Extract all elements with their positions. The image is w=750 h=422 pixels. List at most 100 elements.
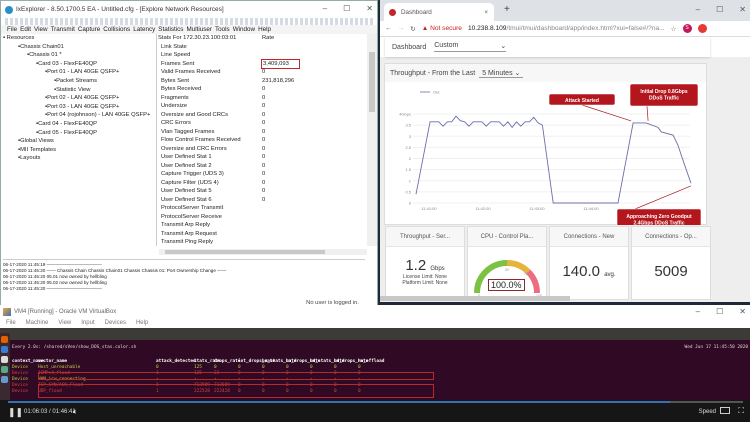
menu-multiuser[interactable]: Multiuser <box>186 26 212 33</box>
extension-icon[interactable] <box>697 24 707 33</box>
tree-node[interactable]: ▪Chassis 01 * <box>3 51 155 60</box>
tree-node[interactable]: ▪Card 05 - FlexFE40QP <box>3 129 155 138</box>
menu-edit[interactable]: Edit <box>20 26 31 33</box>
tab-dashboard[interactable]: Dashboard × <box>384 3 494 21</box>
minimize-button[interactable]: – <box>696 5 700 14</box>
legend-label[interactable]: Out <box>433 90 440 95</box>
tree-node-label: Statistic View <box>56 86 91 93</box>
watch-command: Every 2.0s: /shared/sVen/show_DOS_stas.c… <box>12 345 137 350</box>
stat-card[interactable]: Connections - New 140.0 avg. <box>549 226 629 300</box>
menu-help[interactable]: Help <box>258 26 271 33</box>
files-icon[interactable] <box>1 346 8 353</box>
tree-node[interactable]: ▪ Resources <box>3 34 155 43</box>
tree-node[interactable]: ▪Packet Streams <box>3 77 155 86</box>
close-button[interactable]: ✕ <box>739 5 746 14</box>
menu-statistics[interactable]: Statistics <box>158 26 183 33</box>
close-tab-icon[interactable]: × <box>484 9 488 16</box>
pause-icon[interactable]: ❚❚ <box>8 407 23 418</box>
tree-node[interactable]: ▪Port 04 (rojohnson) - LAN 40GE QSFP+ <box>3 111 155 120</box>
tree-node[interactable]: ▪Statistic View <box>3 86 155 95</box>
menu-window[interactable]: Window <box>233 26 255 33</box>
vm-menu-machine[interactable]: Machine <box>26 320 49 326</box>
menu-view[interactable]: View <box>34 26 48 33</box>
y-tick-label: 3 <box>409 134 412 139</box>
data-point <box>490 121 491 123</box>
tree-node[interactable]: ▪Port 01 - LAN 40GE QSFP+ <box>3 68 155 77</box>
stat-name: Flow Control Frames Received <box>161 137 241 143</box>
menu-transmit[interactable]: Transmit <box>51 26 75 33</box>
app-icon[interactable] <box>1 366 8 373</box>
maximize-button[interactable]: ☐ <box>343 4 350 13</box>
terminal[interactable]: Every 2.0s: /shared/sVen/show_DOS_stas.c… <box>10 340 750 400</box>
data-point <box>524 121 526 123</box>
page-scrollbar[interactable] <box>742 57 750 302</box>
office-icon[interactable] <box>1 356 8 363</box>
close-button[interactable]: ✕ <box>366 4 373 13</box>
menu-tools[interactable]: Tools <box>215 26 230 33</box>
bookmark-star-icon[interactable]: ☆ <box>671 25 677 33</box>
vm-menu-file[interactable]: File <box>6 320 16 326</box>
stat-card[interactable]: Connections - Op... 5009 <box>631 226 711 300</box>
menu-capture[interactable]: Capture <box>78 26 100 33</box>
data-point <box>464 121 465 123</box>
stat-card[interactable]: Throughput - Ser... 1.2 Gbps License Limit… <box>385 226 465 300</box>
new-tab-button[interactable]: + <box>504 4 510 15</box>
stat-card[interactable]: CPU - Control Pla...05075100100.0% <box>467 226 547 300</box>
data-point <box>472 121 474 123</box>
firefox-icon[interactable] <box>1 336 8 343</box>
vm-menu-input[interactable]: Input <box>81 320 94 326</box>
card-value-number: 140.0 <box>562 263 601 280</box>
tree-node[interactable]: ▪Card 04 - FlexFE40QP <box>3 120 155 129</box>
maximize-button[interactable]: ☐ <box>716 307 723 316</box>
tree-node[interactable]: ▪Global Views <box>3 137 155 146</box>
vm-menu-devices[interactable]: Devices <box>105 320 126 326</box>
stat-name: Capture Filter (UDS 4) <box>161 179 219 186</box>
data-point <box>520 125 522 127</box>
resource-tree: ▪ Resources ▪Chassis Chain01 ▪Chassis 01 *… <box>3 34 155 246</box>
forward-icon[interactable]: → <box>398 25 405 32</box>
not-secure-warning[interactable]: ▲ Not secure <box>422 25 462 32</box>
minimize-button[interactable]: – <box>323 4 327 13</box>
card-title: Throughput - Ser... <box>386 227 464 247</box>
menu-collisions[interactable]: Collisions <box>103 26 130 33</box>
tree-node[interactable]: ▪Port 03 - LAN 40GE QSFP+ <box>3 103 155 112</box>
back-icon[interactable]: ← <box>385 25 392 32</box>
url-field[interactable]: 10.238.8.109/tmui/tmui/dashboard/app/ind… <box>468 25 665 32</box>
tree-node[interactable]: ▪Port 02 - LAN 40GE QSFP+ <box>3 94 155 103</box>
card-value: 1.2 Gbps <box>386 257 464 274</box>
maximize-button[interactable]: ☐ <box>716 5 723 14</box>
tree-node[interactable]: ▪Card 03 - FlexFE40QP <box>3 60 155 69</box>
reload-icon[interactable]: ↻ <box>410 25 416 33</box>
data-point <box>660 131 662 133</box>
tree-node-label: Port 03 - LAN 40GE QSFP+ <box>47 103 120 110</box>
toolbar[interactable] <box>5 18 373 25</box>
vm-menu-view[interactable]: View <box>58 320 71 326</box>
dashboard-select[interactable]: Custom ⌄ <box>434 42 507 52</box>
video-progress-bar[interactable] <box>8 401 743 403</box>
stats-horizontal-scrollbar[interactable] <box>159 249 367 255</box>
close-button[interactable]: ✕ <box>739 307 746 316</box>
captions-icon[interactable] <box>720 407 730 414</box>
stat-value: 0 <box>262 111 266 118</box>
tree-node[interactable]: ▪Chassis Chain01 <box>3 43 155 52</box>
doc-icon[interactable] <box>1 376 8 383</box>
minimize-button[interactable]: – <box>696 307 700 316</box>
volume-icon[interactable]: 🔈︎ <box>73 407 78 417</box>
stat-name: Undersize <box>161 103 188 109</box>
data-point <box>451 121 452 123</box>
stats-vertical-scrollbar[interactable] <box>367 34 377 246</box>
address-bar[interactable]: ← → ↻ ▲ Not secure 10.238.8.109/tmui/tmui/… <box>380 21 750 37</box>
vm-menu-help[interactable]: Help <box>136 320 148 326</box>
stats-row: Bytes Received 0 <box>157 85 366 94</box>
menu-latency[interactable]: Latency <box>133 26 155 33</box>
range-select[interactable]: 5 Minutes ⌄ <box>479 69 524 78</box>
data-point <box>632 122 634 124</box>
profile-avatar[interactable]: S <box>682 24 692 33</box>
tree-node[interactable]: ▪Layouts <box>3 154 155 163</box>
fullscreen-icon[interactable]: ⛶ <box>738 406 744 416</box>
horizontal-scrollbar[interactable] <box>380 296 570 301</box>
tree-node[interactable]: ▪MII Templates <box>3 146 155 155</box>
speed-button[interactable]: Speed <box>699 409 716 415</box>
menu-file[interactable]: File <box>7 26 17 33</box>
stats-row: ProtocolServer Receive <box>157 213 366 222</box>
